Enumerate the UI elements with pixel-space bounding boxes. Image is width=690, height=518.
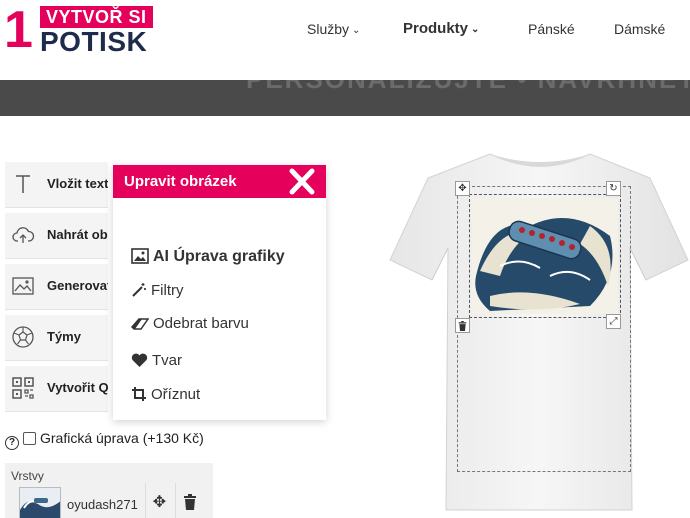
nav-item-produkty[interactable]: Produkty ⌄ xyxy=(403,20,479,39)
image-icon xyxy=(131,248,149,264)
logo-bottom-text: POTISK xyxy=(40,26,148,57)
menu-label: AI Úprava grafiky xyxy=(153,248,285,265)
football-icon xyxy=(12,326,34,348)
trash-icon xyxy=(183,494,196,510)
qr-icon xyxy=(12,377,34,399)
close-icon xyxy=(289,168,315,195)
close-button[interactable] xyxy=(286,167,318,197)
tool-upload-image[interactable]: Nahrát obrázek xyxy=(5,213,108,259)
tool-insert-text[interactable]: Vložit text xyxy=(5,162,108,208)
menu-label: Oříznut xyxy=(151,386,201,403)
eraser-icon xyxy=(130,318,150,330)
tool-teams[interactable]: Týmy xyxy=(5,315,108,361)
site-logo[interactable]: 1 VYTVOŘ SI POTISK xyxy=(4,4,154,56)
layers-panel: Vrstvy oyudash271 ✥ xyxy=(5,463,213,518)
cloud-upload-icon xyxy=(12,227,35,243)
graphic-edit-checkbox[interactable] xyxy=(23,432,36,445)
tool-create-qr[interactable]: Vytvořit QR xyxy=(5,366,108,412)
chevron-down-icon: ⌄ xyxy=(352,25,361,36)
resize-icon: ⤢ xyxy=(609,316,618,327)
magic-wand-icon xyxy=(132,283,146,297)
nav-label: Produkty xyxy=(403,20,469,37)
site-header: 1 VYTVOŘ SI POTISK Služby ⌄ Produkty ⌄ Pán… xyxy=(0,0,690,72)
layer-name: oyudash271 xyxy=(67,497,138,512)
logo-top-text: VYTVOŘ SI xyxy=(40,6,153,28)
popup-title: Upravit obrázek xyxy=(124,173,237,190)
menu-crop[interactable]: Oříznut xyxy=(131,385,200,407)
nav-label: Pánské xyxy=(528,21,575,37)
menu-label: Filtry xyxy=(151,282,184,299)
menu-label: Odebrat barvu xyxy=(153,315,249,332)
resize-handle[interactable]: ⤢ xyxy=(606,314,621,329)
tool-label: Vytvořit QR xyxy=(47,380,108,395)
edit-image-popup: Upravit obrázek AI Úprava grafiky Filtry… xyxy=(113,165,326,420)
tool-label: Nahrát obrázek xyxy=(47,227,108,242)
tool-label: Vložit text xyxy=(47,176,108,191)
nav-item-panske[interactable]: Pánské xyxy=(528,20,575,38)
layers-title: Vrstvy xyxy=(11,469,44,483)
menu-filters[interactable]: Filtry xyxy=(131,281,184,303)
tool-label: Generovat xyxy=(47,278,108,293)
layer-thumbnail[interactable] xyxy=(19,487,61,518)
nav-label: Služby xyxy=(307,21,350,37)
graphic-edit-option: ? Grafická úprava (+130 Kč) xyxy=(5,428,204,450)
menu-shape[interactable]: Tvar xyxy=(131,351,182,373)
wave-raft-thumbnail-icon xyxy=(20,488,60,518)
move-layer-button[interactable]: ✥ xyxy=(145,483,173,518)
tool-generate[interactable]: Generovat xyxy=(5,264,108,310)
rotate-icon: ↻ xyxy=(609,183,618,194)
delete-handle[interactable] xyxy=(455,318,470,333)
heart-icon xyxy=(131,353,148,367)
page-banner: PERSONALIZUJTE • NAVRHNĚTE VLASTNÍ xyxy=(0,80,690,116)
nav-item-damske[interactable]: Dámské xyxy=(614,20,665,38)
chevron-down-icon: ⌄ xyxy=(471,24,480,35)
trash-icon xyxy=(458,320,467,331)
menu-remove-color[interactable]: Odebrat barvu xyxy=(130,314,249,336)
text-icon xyxy=(16,175,30,193)
rotate-handle[interactable]: ↻ xyxy=(606,181,621,196)
logo-number: 1 xyxy=(4,1,33,59)
menu-ai-edit[interactable]: AI Úprava grafiky xyxy=(131,247,285,269)
selection-box[interactable] xyxy=(469,194,621,318)
image-icon xyxy=(12,277,34,295)
menu-label: Tvar xyxy=(152,352,182,369)
help-icon[interactable]: ? xyxy=(5,436,19,450)
nav-label: Dámské xyxy=(614,21,666,37)
move-handle[interactable]: ✥ xyxy=(455,181,470,196)
crop-icon xyxy=(132,387,146,401)
graphic-edit-label: Grafická úprava (+130 Kč) xyxy=(40,430,204,446)
move-icon: ✥ xyxy=(152,494,167,511)
delete-layer-button[interactable] xyxy=(175,483,203,518)
popup-header: Upravit obrázek xyxy=(113,165,326,198)
nav-item-sluzby[interactable]: Služby ⌄ xyxy=(307,20,360,40)
tool-label: Týmy xyxy=(47,329,81,344)
move-icon: ✥ xyxy=(458,183,467,194)
banner-title: PERSONALIZUJTE • NAVRHNĚTE VLASTNÍ xyxy=(246,80,690,94)
